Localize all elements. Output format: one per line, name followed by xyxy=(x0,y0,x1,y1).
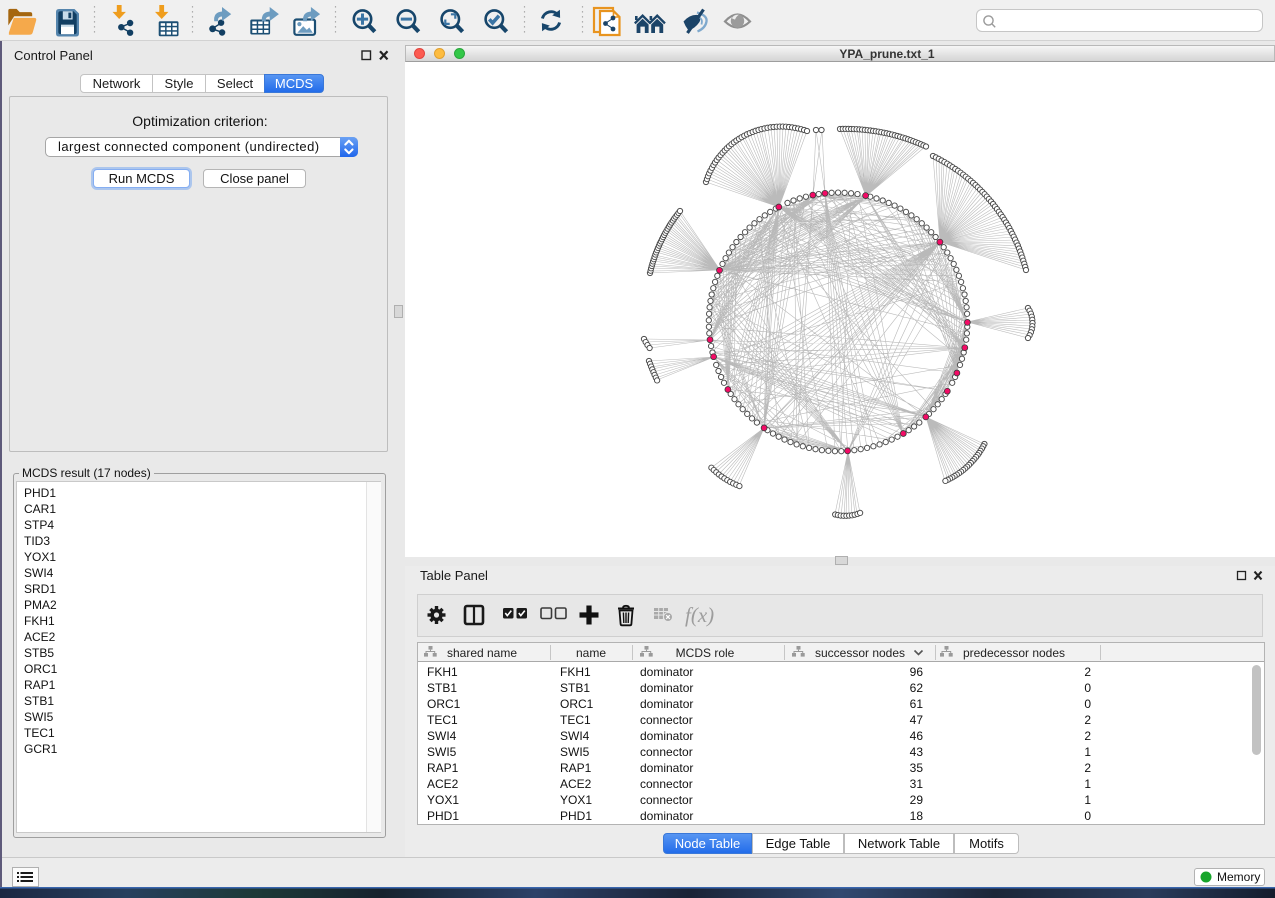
svg-text:f(x): f(x) xyxy=(685,603,714,627)
